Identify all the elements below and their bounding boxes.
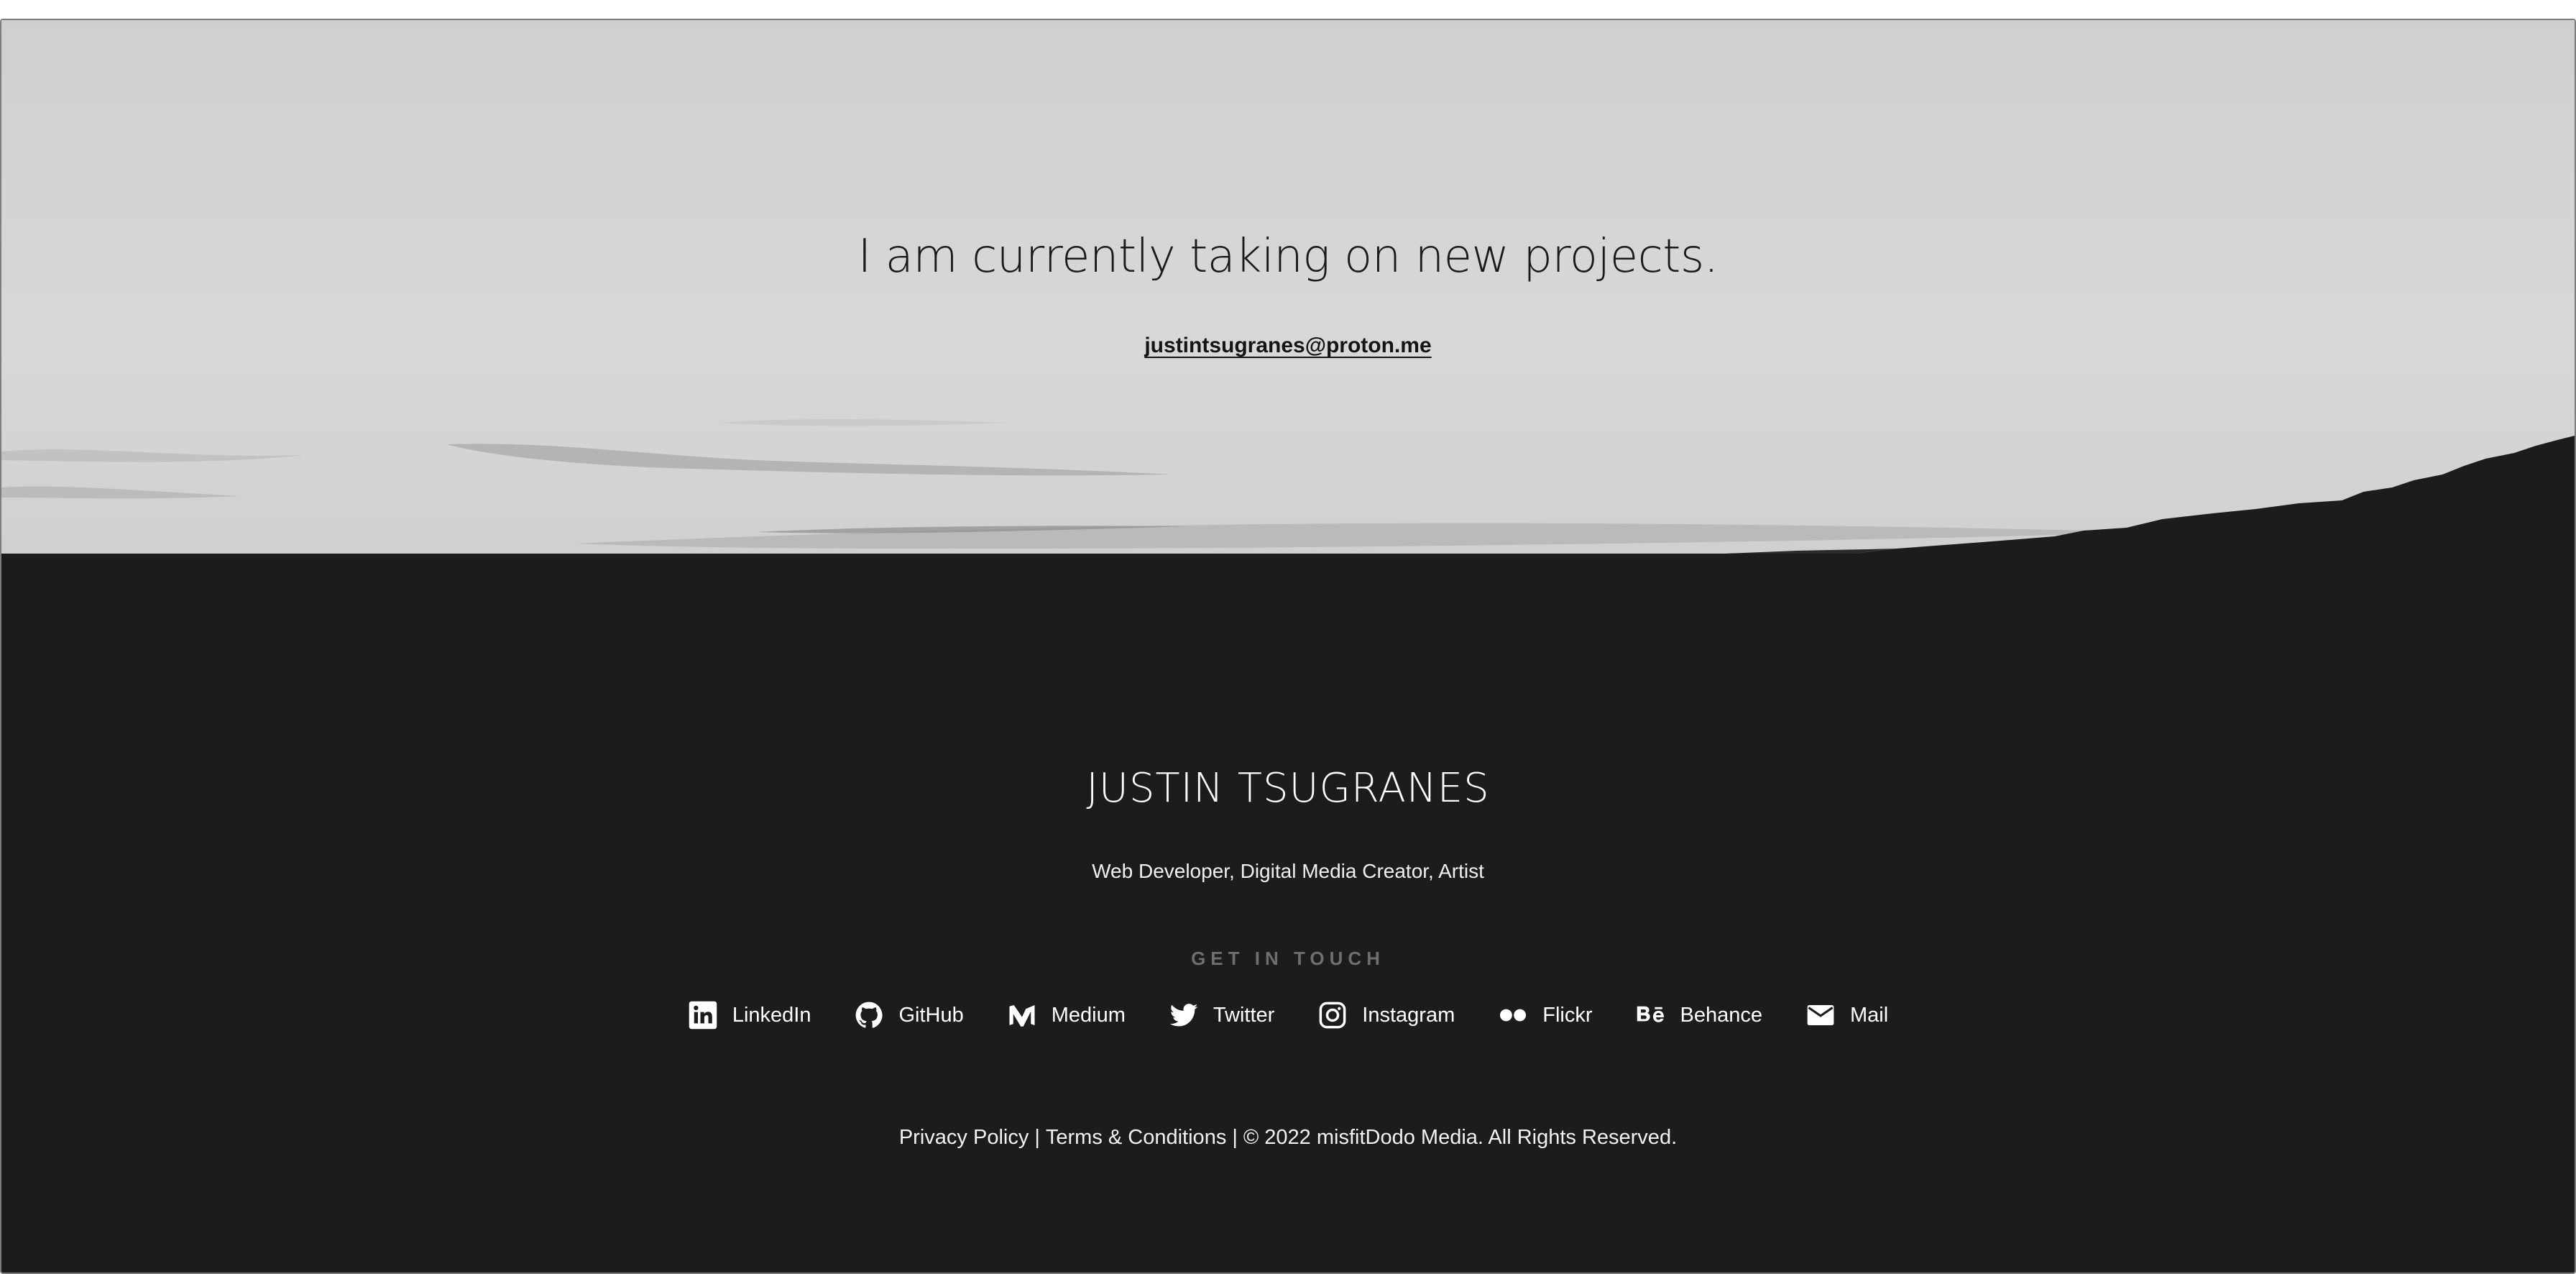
privacy-policy-link[interactable]: Privacy Policy [899,1126,1029,1149]
hero-section: I am currently taking on new projects. j… [1,20,2575,554]
terms-conditions-link[interactable]: Terms & Conditions [1046,1126,1226,1149]
social-label-medium: Medium [1051,1003,1126,1027]
flickr-icon [1498,1000,1528,1030]
linkedin-icon [688,1000,718,1030]
sky-landscape-image [1,20,2575,554]
social-label-twitter: Twitter [1213,1003,1275,1027]
hero-headline: I am currently taking on new projects. [857,230,1719,283]
social-label-mail: Mail [1850,1003,1889,1027]
social-link-mail[interactable]: Mail [1806,994,1888,1037]
social-link-flickr[interactable]: Flickr [1498,994,1593,1037]
social-label-instagram: Instagram [1362,1003,1455,1027]
hero-email-container: justintsugranes@proton.me [1,334,2575,358]
social-label-linkedin: LinkedIn [732,1003,811,1027]
social-link-github[interactable]: GitHub [854,994,964,1037]
social-link-twitter[interactable]: Twitter [1169,994,1274,1037]
medium-icon [1007,1000,1037,1030]
social-label-behance: Behance [1680,1003,1763,1027]
browser-viewport: I am currently taking on new projects. j… [0,19,2576,1274]
legal-separator: | [1232,1126,1238,1149]
social-link-linkedin[interactable]: LinkedIn [688,994,811,1037]
github-icon [854,1000,884,1030]
social-link-medium[interactable]: Medium [1007,994,1126,1037]
social-link-behance[interactable]: Behance [1636,994,1763,1037]
mail-icon [1806,1000,1836,1030]
legal-separator: | [1034,1126,1040,1149]
behance-icon [1636,1000,1666,1030]
instagram-icon [1317,1000,1348,1030]
site-footer: JUSTIN TSUGRANES Web Developer, Digital … [1,554,2575,1273]
social-link-instagram[interactable]: Instagram [1317,994,1455,1037]
footer-tagline: Web Developer, Digital Media Creator, Ar… [1092,860,1484,882]
footer-name: JUSTIN TSUGRANES [1086,765,1490,812]
get-in-touch-heading: GET IN TOUCH [1191,948,1385,969]
copyright-text: © 2022 misfitDodo Media. All Rights Rese… [1243,1126,1678,1149]
social-label-flickr: Flickr [1542,1003,1593,1027]
email-link[interactable]: justintsugranes@proton.me [1144,334,1431,357]
social-label-github: GitHub [898,1003,964,1027]
legal-bar: Privacy Policy | Terms & Conditions | © 2022… [1,1126,2575,1150]
twitter-icon [1169,1000,1199,1030]
social-links: LinkedIn GitHub Medium Twitter Instagram… [1,994,2575,1037]
